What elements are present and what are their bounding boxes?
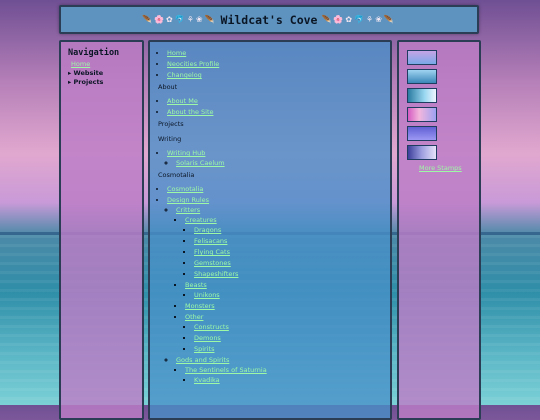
stamp-thumbnail[interactable] (407, 126, 437, 141)
stamp-thumbnail[interactable] (407, 69, 437, 84)
navigation-panel: Navigation Home ▸ Website ▸ Projects (59, 40, 144, 420)
critters-link[interactable]: Critters (176, 206, 200, 214)
constructs-link[interactable]: Constructs (194, 323, 229, 331)
list-item: Shapeshifters (194, 271, 382, 278)
nav-folder-projects[interactable]: ▸ Projects (68, 78, 135, 86)
solaris-caelum-link[interactable]: Solaris Caelum (176, 159, 225, 167)
design-rules-link[interactable]: Design Rules (167, 196, 209, 204)
list-item: Beasts Unikons (185, 282, 382, 299)
more-stamps-link[interactable]: More Stamps (419, 164, 479, 172)
list-item: Monsters (185, 303, 382, 310)
header-decoration-right: 🪶🌸✿🐬⚘❀🪶 (321, 15, 396, 24)
navigation-title: Navigation (68, 48, 120, 58)
stamp-thumbnail[interactable] (407, 88, 437, 103)
writing-list: Writing Hub Solaris Caelum (158, 150, 382, 167)
list-item: Demons (194, 335, 382, 342)
kvadika-link[interactable]: Kvadika (194, 376, 220, 384)
about-me-link[interactable]: About Me (167, 97, 198, 105)
list-item: Constructs (194, 324, 382, 331)
list-item: Neocities Profile (167, 61, 382, 68)
list-item: Critters Creatures Dragons Felisacans Fl… (176, 207, 382, 353)
other-sublist: Constructs Demons Spirits (185, 324, 382, 353)
site-title: Wildcat's Cove (220, 12, 318, 27)
list-item: Design Rules Critters Creatures Dragons … (167, 197, 382, 384)
list-item: Gemstones (194, 260, 382, 267)
beasts-sublist: Unikons (185, 292, 382, 299)
home-link[interactable]: Home (167, 49, 186, 57)
list-item: Spirits (194, 346, 382, 353)
list-item: Cosmotalia (167, 186, 382, 193)
list-item: Gods and Spirits The Sentinels of Saturn… (176, 357, 382, 384)
list-item: Dragons (194, 227, 382, 234)
flying-cats-link[interactable]: Flying Cats (194, 248, 230, 256)
cosmotalia-link[interactable]: Cosmotalia (167, 185, 203, 193)
spirits-link[interactable]: Spirits (194, 345, 214, 353)
about-site-link[interactable]: About the Site (167, 108, 214, 116)
demons-link[interactable]: Demons (194, 334, 221, 342)
writing-heading: Writing (158, 135, 182, 143)
gods-and-spirits-link[interactable]: Gods and Spirits (176, 356, 229, 364)
writing-sublist: Solaris Caelum (167, 160, 382, 167)
site-header: 🪶🌸✿🐬⚘❀🪶 Wildcat's Cove 🪶🌸✿🐬⚘❀🪶 (59, 5, 479, 34)
felisacans-link[interactable]: Felisacans (194, 237, 227, 245)
stamp-thumbnail[interactable] (407, 145, 437, 160)
writing-hub-link[interactable]: Writing Hub (167, 149, 205, 157)
sitemap-panel: Home Neocities Profile Changelog About A… (148, 40, 392, 420)
list-item: Solaris Caelum (176, 160, 382, 167)
nav-folder-website[interactable]: ▸ Website (68, 69, 135, 77)
list-item: Unikons (194, 292, 382, 299)
other-link[interactable]: Other (185, 313, 203, 321)
list-item: Home (167, 50, 382, 57)
list-item: Writing Hub Solaris Caelum (167, 150, 382, 167)
stamp-thumbnail[interactable] (407, 50, 437, 65)
top-links-list: Home Neocities Profile Changelog (158, 50, 382, 79)
list-item: The Sentinels of Saturnia Kvadika (185, 367, 382, 384)
critters-sublist: Creatures Dragons Felisacans Flying Cats… (176, 217, 382, 353)
list-item: Kvadika (194, 377, 382, 384)
changelog-link[interactable]: Changelog (167, 71, 202, 79)
shapeshifters-link[interactable]: Shapeshifters (194, 270, 238, 278)
stamp-thumbnail[interactable] (407, 107, 437, 122)
list-item: About the Site (167, 109, 382, 116)
gods-sublist: The Sentinels of Saturnia Kvadika (176, 367, 382, 384)
about-heading: About (158, 83, 178, 91)
monsters-link[interactable]: Monsters (185, 302, 215, 310)
unikons-link[interactable]: Unikons (194, 291, 220, 299)
list-item: Flying Cats (194, 249, 382, 256)
dragons-link[interactable]: Dragons (194, 226, 221, 234)
creatures-sublist: Dragons Felisacans Flying Cats Gemstones… (185, 227, 382, 278)
stamps-panel: More Stamps (397, 40, 481, 420)
creatures-link[interactable]: Creatures (185, 216, 217, 224)
list-item: Other Constructs Demons Spirits (185, 314, 382, 353)
beasts-link[interactable]: Beasts (185, 281, 207, 289)
about-list: About Me About the Site (158, 98, 382, 116)
cosmotalia-heading: Cosmotalia (158, 171, 195, 179)
gemstones-link[interactable]: Gemstones (194, 259, 231, 267)
list-item: About Me (167, 98, 382, 105)
list-item: Creatures Dragons Felisacans Flying Cats… (185, 217, 382, 278)
sentinels-link[interactable]: The Sentinels of Saturnia (185, 366, 267, 374)
nav-home-link[interactable]: Home (71, 60, 135, 68)
header-decoration-left: 🪶🌸✿🐬⚘❀🪶 (142, 15, 217, 24)
sentinels-sublist: Kvadika (185, 377, 382, 384)
list-item: Felisacans (194, 238, 382, 245)
projects-heading: Projects (158, 120, 184, 128)
design-rules-sublist: Critters Creatures Dragons Felisacans Fl… (167, 207, 382, 384)
list-item: Changelog (167, 72, 382, 79)
cosmotalia-list: Cosmotalia Design Rules Critters Creatur… (158, 186, 382, 384)
neocities-profile-link[interactable]: Neocities Profile (167, 60, 219, 68)
